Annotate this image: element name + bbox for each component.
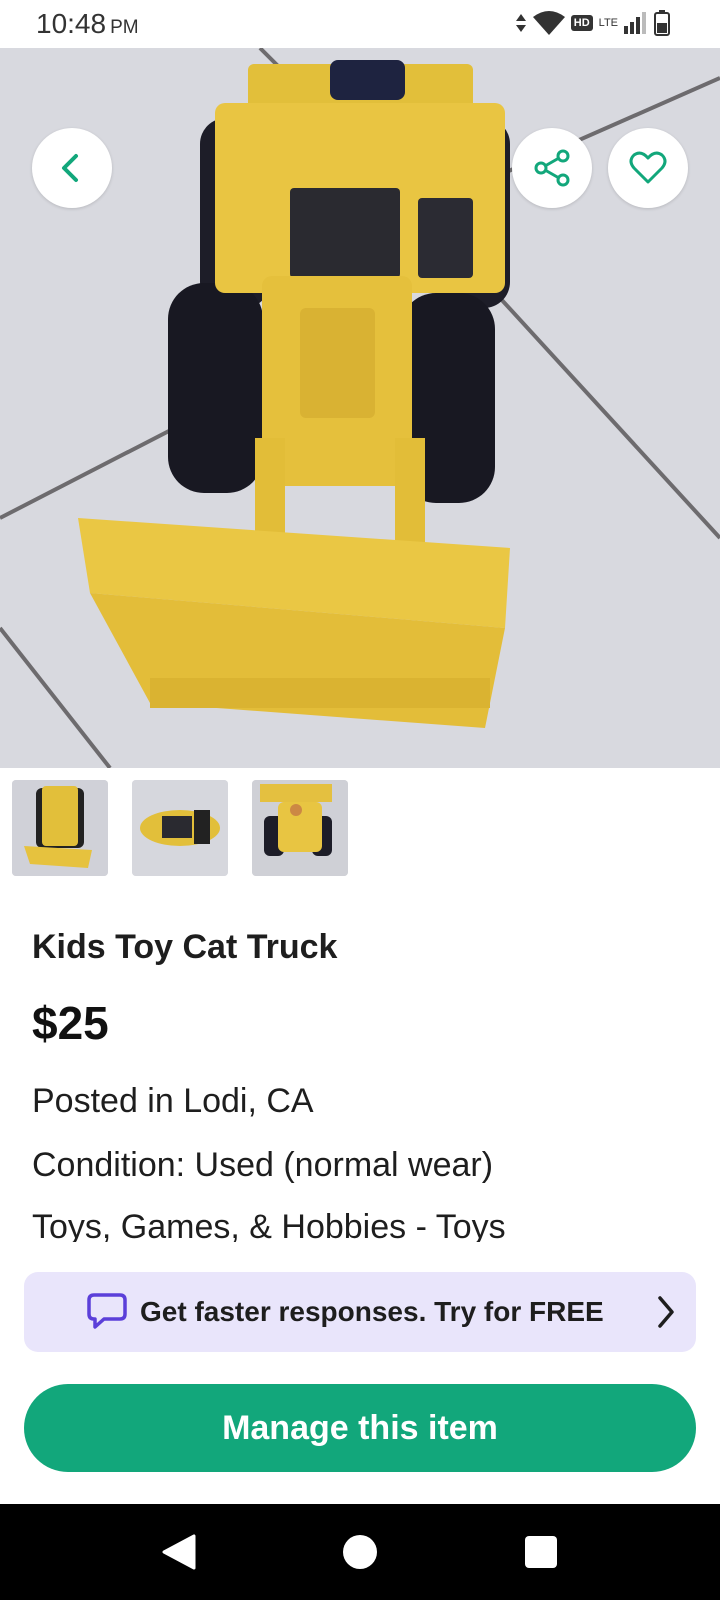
listing-location: Posted in Lodi, CA <box>32 1082 314 1120</box>
system-nav-bar <box>0 1504 720 1600</box>
nav-recents-icon[interactable] <box>525 1536 557 1568</box>
chevron-left-icon <box>62 154 78 182</box>
status-time: 10:48 PM <box>36 8 139 40</box>
thumbnail-strip <box>12 780 348 876</box>
battery-icon <box>654 10 670 36</box>
listing-title: Kids Toy Cat Truck <box>32 928 338 966</box>
status-bar: 10:48 PM HD LTE <box>0 0 720 48</box>
listing-price: $25 <box>32 997 109 1049</box>
product-photo[interactable] <box>0 48 720 768</box>
chevron-right-icon <box>658 1296 674 1328</box>
back-button[interactable] <box>32 128 112 208</box>
thumbnail-2[interactable] <box>132 780 228 876</box>
chat-bubble-icon <box>87 1293 127 1329</box>
thumbnail-1[interactable] <box>12 780 108 876</box>
promo-banner[interactable]: Get faster responses. Try for FREE <box>24 1272 696 1352</box>
share-icon <box>534 149 570 187</box>
data-arrows-icon <box>515 14 526 32</box>
network-type: LTE <box>598 17 618 29</box>
signal-icon <box>624 12 646 34</box>
hd-badge: HD <box>570 15 593 31</box>
heart-icon <box>629 151 667 184</box>
promo-text: Get faster responses. Try for FREE <box>140 1296 604 1327</box>
nav-home-icon[interactable] <box>343 1535 377 1569</box>
status-time-text: 10:48 <box>36 8 107 39</box>
favorite-button[interactable] <box>608 128 688 208</box>
status-ampm: PM <box>110 17 139 38</box>
listing-category[interactable]: Toys, Games, & Hobbies - Toys <box>32 1208 506 1242</box>
share-button[interactable] <box>512 128 592 208</box>
thumbnail-3[interactable] <box>252 780 348 876</box>
listing-condition: Condition: Used (normal wear) <box>32 1146 494 1184</box>
status-icons: HD LTE <box>515 10 670 36</box>
wifi-icon <box>532 11 565 35</box>
manage-item-button[interactable]: Manage this item <box>24 1384 696 1472</box>
nav-back-icon[interactable] <box>162 1534 196 1570</box>
